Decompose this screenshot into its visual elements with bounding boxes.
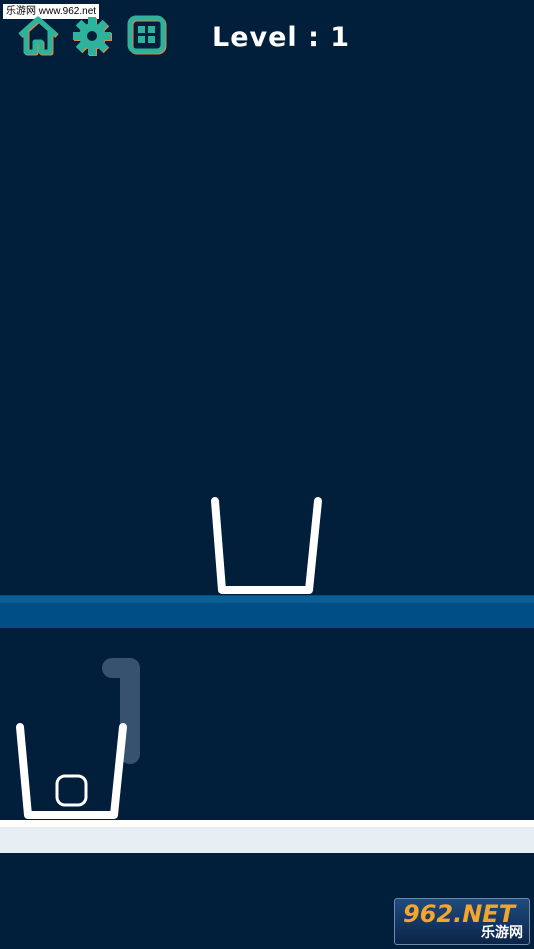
levels-button[interactable] <box>126 14 170 58</box>
drawn-line-ghost[interactable] <box>102 658 140 764</box>
upper-cup <box>211 497 322 594</box>
lower-platform-edge <box>0 820 534 827</box>
grid-icon <box>127 15 167 55</box>
player-square <box>55 774 88 807</box>
watermark-bottom-sub: 乐游网 <box>481 925 523 941</box>
watermark-bottom: 962.NET 乐游网 <box>394 898 530 945</box>
lower-cup <box>16 723 127 819</box>
gear-icon <box>73 17 112 56</box>
level-indicator: Level : 1 <box>212 22 351 53</box>
settings-button[interactable] <box>70 14 114 58</box>
home-icon <box>18 16 59 56</box>
upper-platform-edge <box>0 596 534 603</box>
home-button[interactable] <box>16 14 60 58</box>
